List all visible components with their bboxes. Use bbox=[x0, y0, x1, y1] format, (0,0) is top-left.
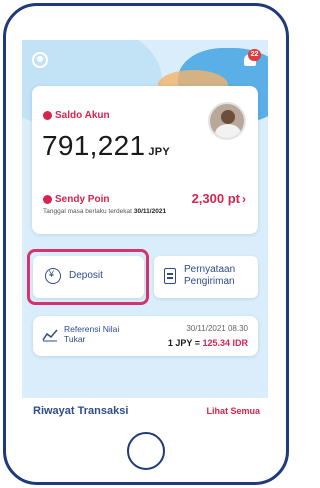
balance-label: Saldo Akun bbox=[43, 110, 110, 121]
deposit-button[interactable]: Deposit bbox=[33, 256, 144, 298]
balance-card: Saldo Akun 791,221 JPY Sendy Poin 2,300 p… bbox=[32, 86, 258, 234]
profile-icon[interactable] bbox=[32, 52, 48, 68]
notification-badge: 22 bbox=[248, 49, 261, 61]
document-icon bbox=[164, 268, 176, 284]
points-label: Sendy Poin bbox=[43, 194, 109, 205]
home-button[interactable] bbox=[127, 432, 165, 470]
chevron-right-icon: › bbox=[242, 192, 246, 206]
balance-currency: JPY bbox=[148, 146, 171, 158]
transaction-history-bar: Riwayat Transaksi Lihat Semua bbox=[22, 398, 268, 426]
statement-label: Pernyataan Pengiriman bbox=[184, 264, 236, 287]
points-value-link[interactable]: 2,300 pt › bbox=[192, 191, 246, 206]
app-screen: 22 Saldo Akun 791,221 JPY Sendy Poin 2,30… bbox=[22, 40, 268, 426]
see-all-link[interactable]: Lihat Semua bbox=[206, 406, 260, 416]
saldo-icon bbox=[43, 110, 52, 120]
avatar[interactable] bbox=[208, 102, 246, 140]
statement-button[interactable]: Pernyataan Pengiriman bbox=[154, 256, 258, 298]
points-expiry: Tanggal masa berlaku terdekat 30/11/2021 bbox=[43, 208, 167, 215]
deposit-icon bbox=[45, 268, 61, 284]
exchange-rate-label: Referensi Nilai Tukar bbox=[64, 324, 120, 344]
exchange-rate-value: 1 JPY = 125.34 IDR bbox=[167, 338, 248, 348]
poin-icon bbox=[43, 194, 52, 204]
deposit-label: Deposit bbox=[69, 270, 103, 281]
balance-amount: 791,221 JPY bbox=[42, 130, 171, 161]
chart-icon bbox=[42, 329, 58, 342]
exchange-rate-card[interactable]: Referensi Nilai Tukar 30/11/2021 08.30 1… bbox=[33, 316, 258, 356]
transaction-history-title: Riwayat Transaksi bbox=[33, 405, 129, 417]
exchange-rate-datetime: 30/11/2021 08.30 bbox=[186, 324, 248, 333]
